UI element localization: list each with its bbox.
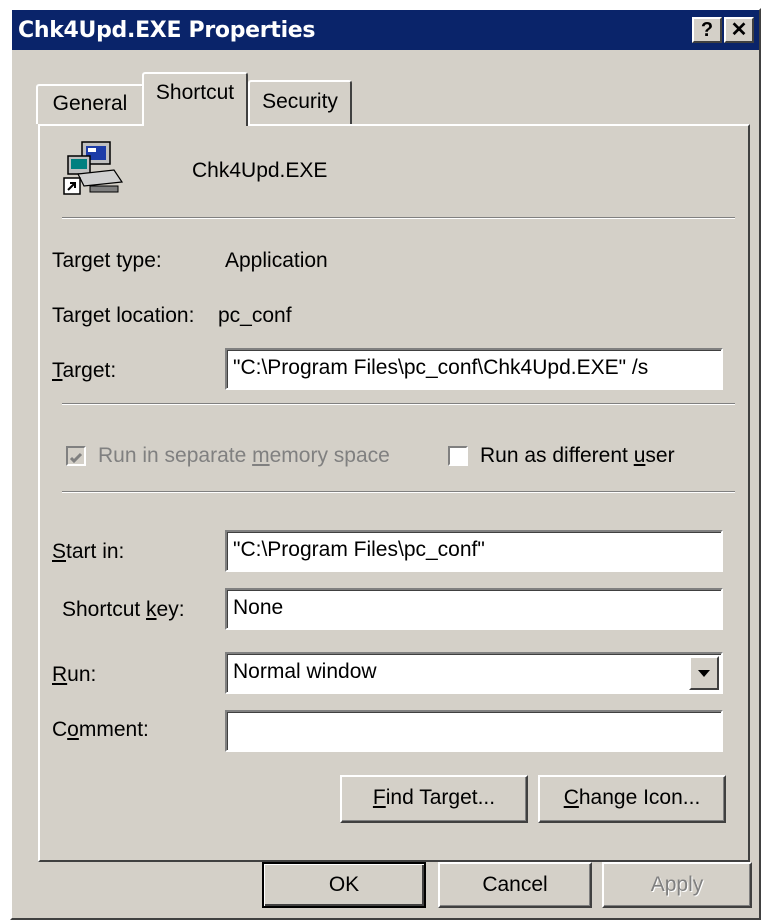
tab-general[interactable]: General <box>36 84 144 124</box>
run-label: Run: <box>52 663 97 686</box>
checkmark-icon <box>69 452 83 464</box>
target-type-label: Target type: <box>52 249 162 272</box>
separate-memory-checkbox[interactable] <box>66 446 86 466</box>
separator <box>62 217 735 219</box>
close-button[interactable]: ✕ <box>724 17 754 43</box>
target-label: Target: <box>52 359 117 382</box>
tab-shortcut-label: Shortcut <box>155 81 235 104</box>
separator <box>62 403 735 405</box>
shortcut-key-input[interactable]: None <box>225 588 723 630</box>
shortcut-application-icon <box>60 140 130 202</box>
tab-security[interactable]: Security <box>248 80 352 124</box>
file-name: Chk4Upd.EXE <box>192 159 328 182</box>
comment-input[interactable] <box>225 710 723 752</box>
different-user-label: Run as different user <box>480 444 675 467</box>
tab-security-label: Security <box>262 90 338 113</box>
run-selected-value: Normal window <box>233 660 377 683</box>
apply-button[interactable]: Apply <box>602 862 752 908</box>
window-title: Chk4Upd.EXE Properties <box>18 18 316 43</box>
target-location-label: Target location: <box>52 304 195 327</box>
separator <box>62 491 735 493</box>
dropdown-arrow-button[interactable] <box>689 656 719 690</box>
different-user-checkbox[interactable] <box>448 446 468 466</box>
help-button[interactable]: ? <box>692 17 722 43</box>
change-icon-button[interactable]: Change Icon... <box>538 775 726 823</box>
ok-button[interactable]: OK <box>262 862 426 908</box>
target-type-value: Application <box>225 249 328 272</box>
run-select[interactable]: Normal window <box>225 652 723 694</box>
shortcut-key-label: Shortcut key: <box>62 598 185 621</box>
cancel-button[interactable]: Cancel <box>438 862 592 908</box>
separate-memory-label: Run in separate memory space <box>98 444 390 467</box>
tab-general-label: General <box>52 92 128 115</box>
tab-shortcut[interactable]: Shortcut <box>142 72 248 126</box>
find-target-button[interactable]: Find Target... <box>340 775 528 823</box>
properties-dialog: Chk4Upd.EXE Properties ? ✕ General Short… <box>10 8 761 920</box>
target-location-value: pc_conf <box>218 304 292 327</box>
start-in-label: Start in: <box>52 540 125 563</box>
start-in-input[interactable]: "C:\Program Files\pc_conf" <box>225 530 723 572</box>
comment-label: Comment: <box>52 718 149 741</box>
title-bar[interactable]: Chk4Upd.EXE Properties ? ✕ <box>12 10 759 50</box>
target-input[interactable]: "C:\Program Files\pc_conf\Chk4Upd.EXE" /… <box>225 348 723 390</box>
chevron-down-icon <box>698 670 710 677</box>
